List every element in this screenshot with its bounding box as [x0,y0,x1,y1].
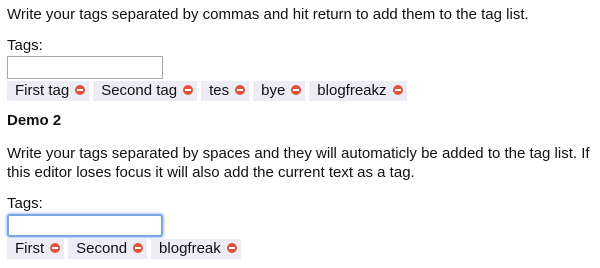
tag-item: blogfreak [151,239,241,259]
demo1-tags-label: Tags: [7,37,43,54]
tag-item: First tag [7,81,90,101]
tag-label: First tag [15,82,70,99]
tag-label: Second tag [101,82,178,99]
tag-label: blogfreak [159,240,221,257]
tag-item: Second [68,239,148,259]
remove-tag-icon[interactable] [133,243,144,254]
tag-item: blogfreakz [309,81,407,101]
tag-label: tes [209,82,230,99]
demo2-tag-input[interactable] [7,214,163,237]
remove-tag-icon[interactable] [75,85,86,96]
demo1-tag-input[interactable] [7,56,163,79]
remove-tag-icon[interactable] [183,85,194,96]
tag-label: Second [76,240,128,257]
remove-tag-icon[interactable] [235,85,246,96]
page: Write your tags separated by commas and … [7,5,595,259]
tag-item: tes [201,81,250,101]
remove-tag-icon[interactable] [226,243,237,254]
demo2-tag-list: First Second blogfreak [7,239,595,259]
tag-label: bye [261,82,286,99]
demo2-section: Demo 2 Write your tags separated by spac… [7,111,595,259]
demo2-tags-label: Tags: [7,195,43,212]
tag-label: First [15,240,45,257]
demo2-description: Write your tags separated by spaces and … [7,145,590,181]
tag-label: blogfreakz [317,82,387,99]
demo1-description: Write your tags separated by commas and … [7,6,529,23]
remove-tag-icon[interactable] [392,85,403,96]
remove-tag-icon[interactable] [291,85,302,96]
demo1-tag-list: First tag Second tag tes bye blogfreakz [7,81,595,101]
remove-tag-icon[interactable] [50,243,61,254]
tag-item: First [7,239,65,259]
tag-item: Second tag [93,81,198,101]
demo2-heading: Demo 2 [7,112,62,129]
tag-item: bye [253,81,306,101]
demo1-section: Write your tags separated by commas and … [7,5,595,101]
